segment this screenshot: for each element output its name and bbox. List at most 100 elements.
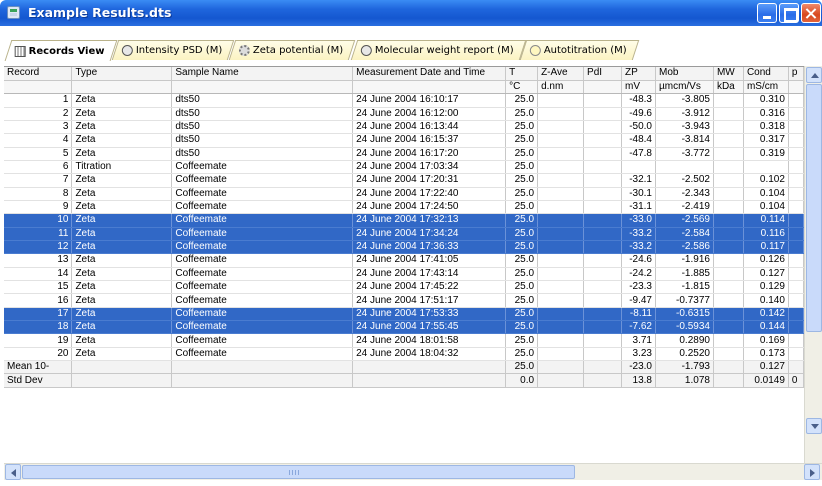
table-cell: Zeta bbox=[71, 347, 173, 362]
column-header[interactable]: T bbox=[505, 67, 539, 81]
summary-row[interactable]: Std Dev 0.0 13.8 1.078 0.0149 0 bbox=[4, 373, 804, 388]
horizontal-scrollbar[interactable] bbox=[4, 463, 822, 480]
tab-records-view[interactable]: Records View bbox=[4, 40, 118, 61]
table-cell bbox=[713, 200, 744, 215]
table-cell: Coffeemate bbox=[171, 280, 354, 295]
column-header[interactable]: MW bbox=[713, 67, 744, 81]
table-cell: 25.0 bbox=[505, 307, 539, 322]
table-cell: 25.0 bbox=[505, 320, 539, 335]
column-header[interactable]: Measurement Date and Time bbox=[352, 67, 507, 81]
tab-zeta-potential-m[interactable]: Zeta potential (M) bbox=[228, 40, 356, 60]
table-cell: Zeta bbox=[71, 93, 173, 108]
table-cell: Zeta bbox=[71, 320, 173, 335]
column-header[interactable]: Cond bbox=[743, 67, 789, 81]
table-row[interactable]: 17 Zeta Coffeemate 24 June 2004 17:53:33 25.… bbox=[4, 307, 804, 322]
close-button[interactable] bbox=[801, 3, 821, 23]
column-header[interactable]: Type bbox=[71, 67, 173, 81]
table-cell bbox=[537, 360, 585, 375]
column-header[interactable]: ZP bbox=[621, 67, 656, 81]
table-cell: Coffeemate bbox=[171, 240, 354, 255]
table-row[interactable]: 20 Zeta Coffeemate 24 June 2004 18:04:32 25.… bbox=[4, 347, 804, 362]
table-cell bbox=[583, 293, 622, 308]
horizontal-scroll-thumb[interactable] bbox=[22, 465, 575, 479]
table-row[interactable]: 15 Zeta Coffeemate 24 June 2004 17:45:22 25.… bbox=[4, 280, 804, 295]
column-header[interactable]: Z-Ave bbox=[537, 67, 585, 81]
table-cell: 16 bbox=[4, 293, 73, 308]
table-cell bbox=[537, 120, 585, 135]
unit-cell: °C bbox=[505, 80, 539, 95]
scroll-left-icon[interactable] bbox=[5, 464, 21, 480]
table-row[interactable]: 5 Zeta dts50 24 June 2004 16:17:20 25.0 -47.8… bbox=[4, 147, 804, 161]
summary-row[interactable]: Mean 10- 25.0 -23.0 -1.793 0.127 bbox=[4, 360, 804, 375]
table-row[interactable]: 9 Zeta Coffeemate 24 June 2004 17:24:50 25.0… bbox=[4, 200, 804, 215]
table-cell: -8.11 bbox=[621, 307, 656, 322]
table-cell: 20 bbox=[4, 347, 73, 362]
table-cell bbox=[713, 187, 744, 201]
column-header[interactable]: Mob bbox=[655, 67, 714, 81]
table-cell bbox=[621, 160, 656, 175]
table-cell bbox=[713, 133, 744, 148]
table-cell: -1.815 bbox=[655, 280, 714, 295]
table-cell: 0.169 bbox=[743, 333, 789, 348]
table-cell: 25.0 bbox=[505, 173, 539, 188]
table-cell: 0.116 bbox=[743, 227, 789, 241]
table-cell: -50.0 bbox=[621, 120, 656, 135]
table-cell: Std Dev bbox=[4, 373, 73, 388]
maximize-button[interactable] bbox=[779, 3, 799, 23]
table-cell: 25.0 bbox=[505, 133, 539, 148]
scroll-right-icon[interactable] bbox=[804, 464, 820, 480]
scroll-down-icon[interactable] bbox=[806, 418, 822, 434]
table-row[interactable]: 12 Zeta Coffeemate 24 June 2004 17:36:33 25.… bbox=[4, 240, 804, 255]
table-row[interactable]: 13 Zeta Coffeemate 24 June 2004 17:41:05 25.… bbox=[4, 253, 804, 268]
table-cell: -30.1 bbox=[621, 187, 656, 201]
table-row[interactable]: 4 Zeta dts50 24 June 2004 16:15:37 25.0 -48.4… bbox=[4, 133, 804, 148]
table-row[interactable]: 7 Zeta Coffeemate 24 June 2004 17:20:31 25.0… bbox=[4, 173, 804, 188]
table-cell: 8 bbox=[4, 187, 73, 201]
table-cell bbox=[537, 333, 585, 348]
table-cell: 0.129 bbox=[743, 280, 789, 295]
table-row[interactable]: 16 Zeta Coffeemate 24 June 2004 17:51:17 25.… bbox=[4, 293, 804, 308]
table-row[interactable]: 18 Zeta Coffeemate 24 June 2004 17:55:45 25.… bbox=[4, 320, 804, 335]
table-cell: -23.0 bbox=[621, 360, 656, 375]
table-cell: 13 bbox=[4, 253, 73, 268]
unit-cell: mS/cm bbox=[743, 80, 789, 95]
table-cell: 24 June 2004 16:15:37 bbox=[352, 133, 507, 148]
table-row[interactable]: 10 Zeta Coffeemate 24 June 2004 17:32:13 25.… bbox=[4, 213, 804, 228]
minimize-button[interactable] bbox=[757, 3, 777, 23]
table-cell bbox=[713, 333, 744, 348]
table-cell bbox=[713, 93, 744, 108]
table-row[interactable]: 3 Zeta dts50 24 June 2004 16:13:44 25.0 -50.0… bbox=[4, 120, 804, 135]
table-cell: -2.502 bbox=[655, 173, 714, 188]
table-cell bbox=[713, 373, 744, 388]
table-cell bbox=[71, 373, 173, 388]
tab-autotitration-m[interactable]: Autotitration (M) bbox=[520, 40, 640, 60]
title-bar[interactable]: Example Results.dts bbox=[0, 0, 822, 26]
table-cell: -3.772 bbox=[655, 147, 714, 161]
table-row[interactable]: 19 Zeta Coffeemate 24 June 2004 18:01:58 25.… bbox=[4, 333, 804, 348]
tab-molecular-weight-report-m[interactable]: Molecular weight report (M) bbox=[350, 40, 526, 60]
column-header[interactable]: p bbox=[788, 67, 804, 81]
scroll-up-icon[interactable] bbox=[806, 67, 822, 83]
table-row[interactable]: 6 Titration Coffeemate 24 June 2004 17:03:3… bbox=[4, 160, 804, 175]
column-header[interactable]: PdI bbox=[583, 67, 622, 81]
table-row[interactable]: 11 Zeta Coffeemate 24 June 2004 17:34:24 25.… bbox=[4, 227, 804, 241]
table-cell: 2 bbox=[4, 107, 73, 121]
vertical-scrollbar[interactable] bbox=[804, 66, 822, 463]
column-header[interactable]: Record bbox=[4, 67, 73, 81]
table-cell: 0.104 bbox=[743, 187, 789, 201]
table-cell: Coffeemate bbox=[171, 200, 354, 215]
table-row[interactable]: 14 Zeta Coffeemate 24 June 2004 17:43:14 25.… bbox=[4, 267, 804, 282]
table-cell: 3.23 bbox=[621, 347, 656, 362]
table-cell: Zeta bbox=[71, 333, 173, 348]
tab-intensity-psd-m[interactable]: Intensity PSD (M) bbox=[111, 40, 235, 60]
table-cell: -23.3 bbox=[621, 280, 656, 295]
table-row[interactable]: 2 Zeta dts50 24 June 2004 16:12:00 25.0 -49.6… bbox=[4, 107, 804, 121]
table-row[interactable]: 8 Zeta Coffeemate 24 June 2004 17:22:40 25.0… bbox=[4, 187, 804, 201]
table-cell: -2.584 bbox=[655, 227, 714, 241]
molecule-icon bbox=[360, 45, 372, 56]
vertical-scroll-thumb[interactable] bbox=[806, 84, 822, 332]
table-cell: Zeta bbox=[71, 293, 173, 308]
table-row[interactable]: 1 Zeta dts50 24 June 2004 16:10:17 25.0 -48.3… bbox=[4, 93, 804, 108]
table-cell: Coffeemate bbox=[171, 267, 354, 282]
column-header[interactable]: Sample Name bbox=[171, 67, 354, 81]
